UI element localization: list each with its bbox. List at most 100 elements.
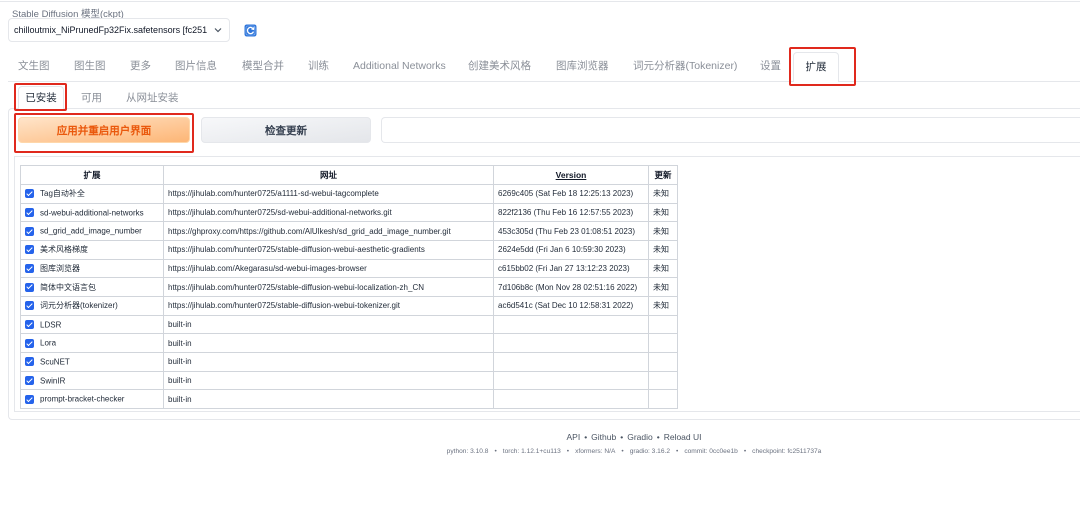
extension-name-cell: 美术风格梯度 [20, 239, 164, 260]
extension-url-link[interactable]: https://jihulab.com/hunter0725/sd-webui-… [168, 208, 392, 217]
table-row: sd-webui-additional-networks https://jih… [20, 202, 678, 223]
extension-url-cell: https://jihulab.com/hunter0725/stable-di… [163, 277, 494, 297]
subtab-install-from-url[interactable]: 从网址安装 [126, 91, 179, 105]
extension-name-cell: Tag自动补全 [20, 184, 164, 204]
enable-checkbox[interactable] [25, 357, 34, 367]
subtab-available[interactable]: 可用 [81, 91, 102, 105]
tab-txt2img[interactable]: 文生图 [18, 59, 50, 73]
enable-checkbox[interactable] [25, 376, 34, 386]
extension-version-cell: ac6d541c (Sat Dec 10 12:58:31 2022) [493, 295, 649, 316]
status-input[interactable] [381, 117, 1080, 143]
extension-url-link[interactable]: https://jihulab.com/hunter0725/a1111-sd-… [168, 189, 379, 198]
extension-name-cell: LDSR [20, 314, 164, 335]
version-checkpoint: checkpoint: fc2511737a [752, 448, 822, 455]
apply-and-restart-button[interactable]: 应用并重启用户界面 [18, 117, 190, 143]
footer-link-github[interactable]: Github [591, 432, 616, 442]
chevron-down-icon [214, 28, 222, 33]
table-row: sd_grid_add_image_number https://ghproxy… [20, 221, 678, 241]
footer-separator: • [621, 448, 624, 455]
version-python: python: 3.10.8 [446, 448, 489, 455]
enable-checkbox[interactable] [25, 208, 34, 218]
tab-extras[interactable]: 更多 [130, 59, 151, 73]
footer-separator: • [494, 448, 497, 455]
header-update: 更新 [648, 165, 678, 185]
extension-url-link[interactable]: https://jihulab.com/Akegarasu/sd-webui-i… [168, 264, 367, 273]
footer-link-reload-ui[interactable]: Reload UI [664, 432, 702, 442]
tab-png-info[interactable]: 图片信息 [175, 59, 217, 73]
extension-name-cell: SwinIR [20, 370, 164, 391]
check-updates-button[interactable]: 检查更新 [201, 117, 371, 143]
footer-link-gradio[interactable]: Gradio [627, 432, 653, 442]
tab-image-browser[interactable]: 图库浏览器 [556, 59, 609, 73]
tab-img2img[interactable]: 图生图 [74, 59, 106, 73]
enable-checkbox[interactable] [25, 226, 34, 236]
footer-separator: • [584, 432, 588, 442]
extension-update-cell [648, 370, 678, 391]
tab-aesthetic-style[interactable]: 创建美术风格 [468, 59, 531, 73]
extension-update-cell: 未知 [648, 295, 678, 316]
refresh-icon [244, 24, 256, 36]
header-url: 网址 [163, 165, 494, 185]
extension-name: 词元分析器(tokenizer) [40, 301, 118, 311]
extension-url-cell: built-in [163, 351, 494, 372]
extension-update-cell: 未知 [648, 184, 678, 204]
version-torch: torch: 1.12.1+cu113 [502, 448, 561, 455]
tab-train[interactable]: 训练 [308, 59, 329, 73]
enable-checkbox[interactable] [25, 245, 34, 255]
enable-checkbox[interactable] [25, 338, 34, 348]
enable-checkbox[interactable] [25, 282, 34, 292]
header-version: Version [493, 165, 649, 185]
model-dropdown[interactable]: chilloutmix_NiPrunedFp32Fix.safetensors … [8, 18, 230, 42]
tab-extensions[interactable]: 扩展 [793, 52, 839, 82]
extension-version-cell: 2624e5dd (Fri Jan 6 10:59:30 2023) [493, 239, 649, 260]
extension-name-cell: prompt-bracket-checker [20, 389, 164, 409]
extension-update-cell: 未知 [648, 239, 678, 260]
table-row: Tag自动补全 https://jihulab.com/hunter0725/a… [20, 184, 678, 204]
version-xformers: xformers: N/A [575, 448, 616, 455]
extension-url-cell: https://jihulab.com/hunter0725/stable-di… [163, 239, 494, 260]
extension-update-cell [648, 314, 678, 335]
extension-version-cell [493, 370, 649, 391]
extension-update-cell [648, 389, 678, 409]
extension-name: sd_grid_add_image_number [40, 226, 142, 236]
enable-checkbox[interactable] [25, 320, 34, 330]
extension-name-cell: 简体中文语言包 [20, 277, 164, 297]
version-gradio: gradio: 3.16.2 [629, 448, 671, 455]
top-border [0, 1, 1080, 2]
extension-update-cell [648, 333, 678, 353]
tab-checkpoint-merger[interactable]: 模型合并 [242, 59, 284, 73]
model-dropdown-value: chilloutmix_NiPrunedFp32Fix.safetensors … [14, 25, 208, 35]
extension-url-link[interactable]: https://jihulab.com/hunter0725/stable-di… [168, 245, 425, 254]
table-row: 图库浏览器 https://jihulab.com/Akegarasu/sd-w… [20, 258, 678, 279]
tab-tokenizer[interactable]: 词元分析器(Tokenizer) [633, 59, 737, 73]
extension-name: 图库浏览器 [40, 263, 80, 273]
table-row: 美术风格梯度 https://jihulab.com/hunter0725/st… [20, 239, 678, 260]
enable-checkbox[interactable] [25, 263, 34, 273]
extension-name: 美术风格梯度 [40, 245, 88, 255]
tab-additional-networks[interactable]: Additional Networks [353, 59, 446, 73]
table-row: 词元分析器(tokenizer) https://jihulab.com/hun… [20, 295, 678, 316]
extension-url-link[interactable]: https://jihulab.com/hunter0725/stable-di… [168, 283, 424, 292]
enable-checkbox[interactable] [25, 301, 34, 311]
tabs-divider [8, 81, 1080, 82]
extension-url-link[interactable]: https://jihulab.com/hunter0725/stable-di… [168, 301, 400, 310]
extension-update-cell: 未知 [648, 202, 678, 223]
enable-checkbox[interactable] [25, 189, 34, 199]
extension-name: SwinIR [40, 376, 66, 386]
refresh-models-button[interactable] [238, 18, 262, 42]
extension-version-cell: 7d106b8c (Mon Nov 28 02:51:16 2022) [493, 277, 649, 297]
table-row: 简体中文语言包 https://jihulab.com/hunter0725/s… [20, 277, 678, 297]
table-row: Lora built-in [20, 333, 678, 353]
extension-name: sd-webui-additional-networks [40, 208, 144, 218]
tab-settings[interactable]: 设置 [760, 59, 781, 73]
footer-links: API • Github • Gradio • Reload UI [334, 432, 934, 443]
enable-checkbox[interactable] [25, 394, 34, 404]
extension-name: 简体中文语言包 [40, 282, 96, 292]
extension-url-link[interactable]: https://ghproxy.com/https://github.com/A… [168, 227, 451, 236]
footer-separator: • [676, 448, 679, 455]
subtab-installed[interactable]: 已安装 [18, 86, 64, 109]
footer-link-api[interactable]: API [566, 432, 580, 442]
footer-versions: python: 3.10.8 • torch: 1.12.1+cu113 • xform… [284, 447, 984, 456]
extension-url-cell: built-in [163, 314, 494, 335]
extensions-table: 扩展 网址 Version 更新 Tag自动补全 https://jihulab… [20, 165, 678, 409]
